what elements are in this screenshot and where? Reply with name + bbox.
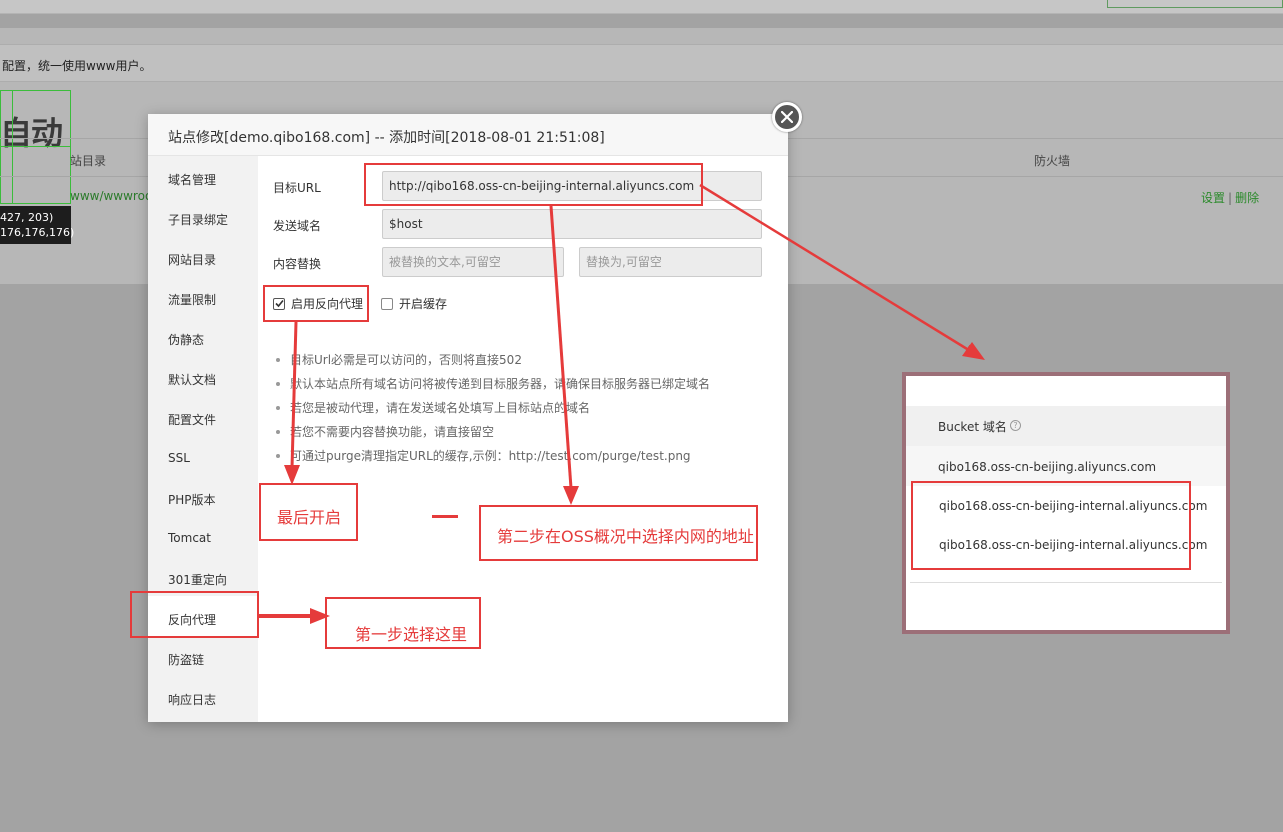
oss-header: Bucket 域名 ? <box>906 406 1226 446</box>
close-button[interactable] <box>772 102 802 132</box>
modal-header: 站点修改[demo.qibo168.com] -- 添加时间[2018-08-0… <box>148 114 788 156</box>
inspector-guide-v <box>12 90 13 204</box>
checkbox-unchecked-icon <box>381 297 393 310</box>
tooltip-color: 176,176,176) <box>0 226 75 239</box>
help-icon[interactable]: ? <box>1010 420 1021 431</box>
oss-domain-public[interactable]: qibo168.oss-cn-beijing.aliyuncs.com <box>938 460 1156 474</box>
annotation-step2: 第二步在OSS概况中选择内网的地址 <box>497 527 754 546</box>
replace-row: 内容替换 被替换的文本,可留空 替换为,可留空 <box>273 247 783 277</box>
sidebar-item-domain[interactable]: 域名管理 <box>148 156 258 196</box>
settings-link[interactable]: 设置 <box>1201 191 1225 205</box>
column-firewall: 防火墙 <box>1034 154 1071 168</box>
sidebar-item-default-doc[interactable]: 默认文档 <box>148 356 258 396</box>
send-domain-label: 发送域名 <box>273 219 322 233</box>
replace-from-input[interactable]: 被替换的文本,可留空 <box>382 247 564 277</box>
sidebar-item-site-dir[interactable]: 网站目录 <box>148 236 258 276</box>
enable-cache-checkbox[interactable]: 开启缓存 <box>381 295 447 312</box>
modal-title: 站点修改[demo.qibo168.com] -- 添加时间[2018-08-0… <box>168 130 605 146</box>
target-url-label: 目标URL <box>273 181 321 195</box>
annotation-dash <box>432 515 458 518</box>
annotation-box-internal-domain <box>911 481 1191 570</box>
sidebar-item-traffic-limit[interactable]: 流量限制 <box>148 276 258 316</box>
sidebar-item-rewrite[interactable]: 伪静态 <box>148 316 258 356</box>
annotation-box-enable-proxy <box>263 285 369 322</box>
top-bar <box>0 0 1283 14</box>
annotation-box-target-url <box>364 163 703 206</box>
sidebar-item-ssl[interactable]: SSL <box>148 436 258 476</box>
tooltip-coords: 427, 203) <box>0 211 54 224</box>
annotation-box-reverse-proxy <box>130 591 259 638</box>
site-path-link[interactable]: www/wwwroo <box>70 189 152 203</box>
enable-cache-label: 开启缓存 <box>399 297 448 311</box>
delete-link[interactable]: 删除 <box>1235 191 1259 205</box>
tip-item: 若您不需要内容替换功能，请直接留空 <box>276 420 710 444</box>
tip-item: 目标Url必需是可以访问的，否则将直接502 <box>276 348 710 372</box>
close-icon <box>781 111 793 123</box>
send-domain-row: 发送域名 $host <box>273 209 783 239</box>
sidebar-item-tomcat[interactable]: Tomcat <box>148 516 258 556</box>
tip-item: 可通过purge清理指定URL的缓存,示例：http://test.com/pu… <box>276 444 710 468</box>
tip-item: 默认本站点所有域名访问将被传递到目标服务器，请确保目标服务器已绑定域名 <box>276 372 710 396</box>
tip-item: 若您是被动代理，请在发送域名处填写上目标站点的域名 <box>276 396 710 420</box>
top-bar-box <box>1107 0 1283 8</box>
column-site-dir: 站目录 <box>70 154 107 168</box>
annotation-step1: 第一步选择这里 <box>355 625 468 644</box>
notice-bar: 配置，统一使用www用户。 <box>0 44 1283 82</box>
notice-text: 配置，统一使用www用户。 <box>2 59 152 73</box>
oss-header-label: Bucket 域名 <box>938 420 1007 434</box>
sidebar-item-hotlink[interactable]: 防盗链 <box>148 636 258 676</box>
sidebar-item-redirect[interactable]: 301重定向 <box>148 556 258 596</box>
sidebar-item-php-version[interactable]: PHP版本 <box>148 476 258 516</box>
inspector-guide-h <box>0 146 71 147</box>
action-separator: | <box>1228 191 1233 205</box>
sidebar-item-subdir[interactable]: 子目录绑定 <box>148 196 258 236</box>
inspector-tooltip: 427, 203) 176,176,176) <box>0 206 75 244</box>
tips-list: 目标Url必需是可以访问的，否则将直接502 默认本站点所有域名访问将被传递到目… <box>276 348 710 468</box>
send-domain-input[interactable]: $host <box>382 209 762 239</box>
inspector-highlight-box <box>0 90 71 204</box>
sidebar-item-config-file[interactable]: 配置文件 <box>148 396 258 436</box>
replace-label: 内容替换 <box>273 257 322 271</box>
oss-divider <box>910 582 1222 583</box>
annotation-last-enable: 最后开启 <box>277 508 342 527</box>
row-actions: 设置 | 删除 <box>1201 189 1259 206</box>
replace-to-input[interactable]: 替换为,可留空 <box>579 247 762 277</box>
sidebar-item-response-log[interactable]: 响应日志 <box>148 676 258 716</box>
